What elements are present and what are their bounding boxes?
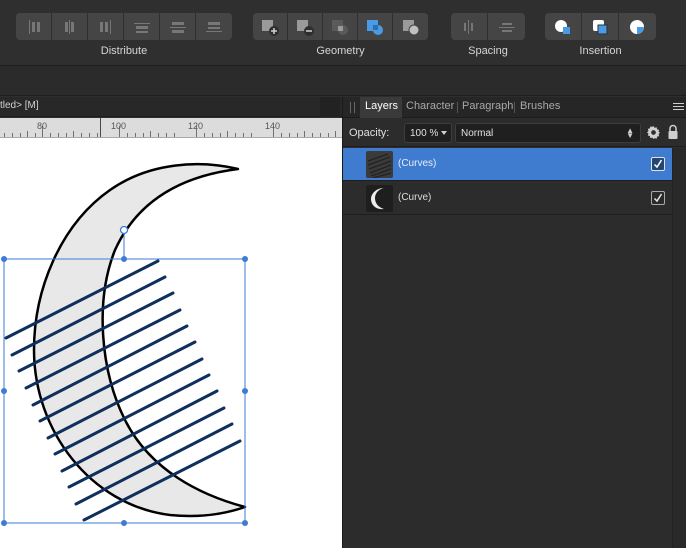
geometry-label: Geometry: [316, 45, 365, 57]
blend-mode-select[interactable]: Normal ▲ ▼: [455, 123, 641, 143]
opacity-dropdown[interactable]: 100 %: [404, 123, 452, 143]
insertion-label: Insertion: [579, 45, 622, 57]
panel-tab-bar: Layers Character Paragraph Brushes: [343, 97, 686, 118]
layers-scrollbar[interactable]: [672, 148, 686, 548]
lock-icon[interactable]: [667, 124, 679, 140]
handle-top-left[interactable]: [1, 256, 7, 262]
layer-name: (Curves): [398, 158, 437, 169]
panel-menu-icon[interactable]: [673, 103, 684, 112]
distribute-label: Distribute: [100, 45, 148, 57]
distribute-left-icon: [28, 19, 40, 34]
layer-row-curves[interactable]: (Curves): [343, 148, 672, 181]
tab-layers[interactable]: Layers: [365, 100, 398, 112]
secondary-toolbar: [0, 66, 686, 96]
handle-middle-left[interactable]: [1, 388, 7, 394]
tab-separator: [514, 102, 515, 113]
divide-shapes-icon: [402, 19, 419, 35]
spacing-label: Spacing: [468, 45, 508, 57]
ruler-ticks-graphic: 80 100 120 140: [4, 118, 336, 137]
xor-shapes-icon: [367, 19, 383, 35]
geometry-xor-button[interactable]: [358, 13, 393, 40]
layer-thumbnail: [366, 151, 393, 178]
opacity-row: Opacity: 100 % Normal ▲ ▼: [343, 119, 686, 147]
distribute-top-icon: [133, 22, 150, 33]
space-horizontal-button[interactable]: [451, 13, 488, 40]
layer-row-curve[interactable]: (Curve): [343, 182, 672, 215]
distribute-middle-button[interactable]: [160, 13, 196, 40]
distribute-middle-icon: [169, 21, 186, 33]
tab-character[interactable]: Character: [406, 100, 454, 112]
distribute-bottom-button[interactable]: [196, 13, 232, 40]
document-tab-label: tled> [M]: [0, 100, 39, 111]
handle-top-center[interactable]: [121, 256, 127, 262]
app-window: Distribute Geometry Spacing Insertion tl…: [0, 0, 686, 548]
geometry-add-button[interactable]: [253, 13, 288, 40]
hatch-thumbnail-icon: [367, 153, 392, 178]
distribute-right-icon: [99, 19, 111, 34]
layer-visibility-checkbox[interactable]: [651, 157, 665, 171]
opacity-value: 100 %: [410, 128, 439, 139]
geometry-intersect-button[interactable]: [323, 13, 358, 40]
ruler-label-80: 80: [37, 121, 47, 131]
ruler-label-100: 100: [111, 121, 126, 131]
distribute-center-button[interactable]: [52, 13, 88, 40]
handle-bottom-center[interactable]: [121, 520, 127, 526]
chevron-down-icon: [441, 131, 447, 135]
crescent-curve[interactable]: [32, 162, 247, 518]
distribute-group: [16, 13, 232, 40]
checkmark-icon: [653, 193, 663, 203]
space-horizontal-icon: [464, 19, 473, 34]
insert-top-button[interactable]: [582, 13, 619, 40]
crescent-thumbnail-icon: [371, 188, 384, 210]
layer-thumbnail: [366, 185, 393, 212]
subtract-shapes-icon: [297, 19, 314, 36]
handle-top-right[interactable]: [242, 256, 248, 262]
handle-bottom-right[interactable]: [242, 520, 248, 526]
distribute-bottom-icon: [206, 21, 222, 32]
insert-behind-icon: [555, 19, 570, 34]
space-vertical-button[interactable]: [488, 13, 525, 40]
horizontal-ruler[interactable]: 80 100 120 140: [0, 118, 342, 138]
context-toolbar: Distribute Geometry Spacing Insertion: [0, 0, 686, 66]
intersect-shapes-icon: [332, 19, 348, 35]
blend-mode-value: Normal: [461, 128, 494, 139]
updown-chevron-icon: ▲ ▼: [626, 126, 634, 140]
insert-inside-icon: [629, 19, 644, 34]
opacity-label: Opacity:: [349, 127, 390, 139]
layer-visibility-checkbox[interactable]: [651, 191, 665, 205]
gear-icon[interactable]: [646, 125, 661, 140]
rotation-handle[interactable]: [119, 225, 129, 235]
handle-bottom-left[interactable]: [1, 520, 7, 526]
distribute-right-button[interactable]: [88, 13, 124, 40]
space-vertical-icon: [498, 22, 515, 32]
checkmark-icon: [653, 159, 663, 169]
distribute-top-button[interactable]: [124, 13, 160, 40]
drawing-canvas[interactable]: [0, 138, 342, 548]
tab-brushes[interactable]: Brushes: [520, 100, 560, 112]
ruler-label-120: 120: [188, 121, 203, 131]
insert-top-icon: [593, 19, 608, 34]
layers-panel: Layers Character Paragraph Brushes Opaci…: [342, 97, 686, 548]
geometry-subtract-button[interactable]: [288, 13, 323, 40]
handle-middle-right[interactable]: [242, 388, 248, 394]
panel-grip-icon[interactable]: [350, 102, 355, 113]
insertion-group: [545, 13, 656, 40]
artwork: [1, 162, 248, 526]
distribute-center-icon: [64, 19, 74, 34]
insert-behind-button[interactable]: [545, 13, 582, 40]
insert-inside-button[interactable]: [619, 13, 656, 40]
geometry-divide-button[interactable]: [393, 13, 428, 40]
tab-paragraph[interactable]: Paragraph: [462, 100, 513, 112]
distribute-left-button[interactable]: [16, 13, 52, 40]
document-tab-close-button[interactable]: [320, 97, 340, 117]
add-shapes-icon: [262, 19, 279, 36]
geometry-group: [253, 13, 428, 40]
document-tab[interactable]: tled> [M]: [0, 97, 342, 117]
ruler-label-140: 140: [265, 121, 280, 131]
tab-separator: [457, 102, 458, 113]
layer-name: (Curve): [398, 192, 432, 203]
spacing-group: [451, 13, 525, 40]
